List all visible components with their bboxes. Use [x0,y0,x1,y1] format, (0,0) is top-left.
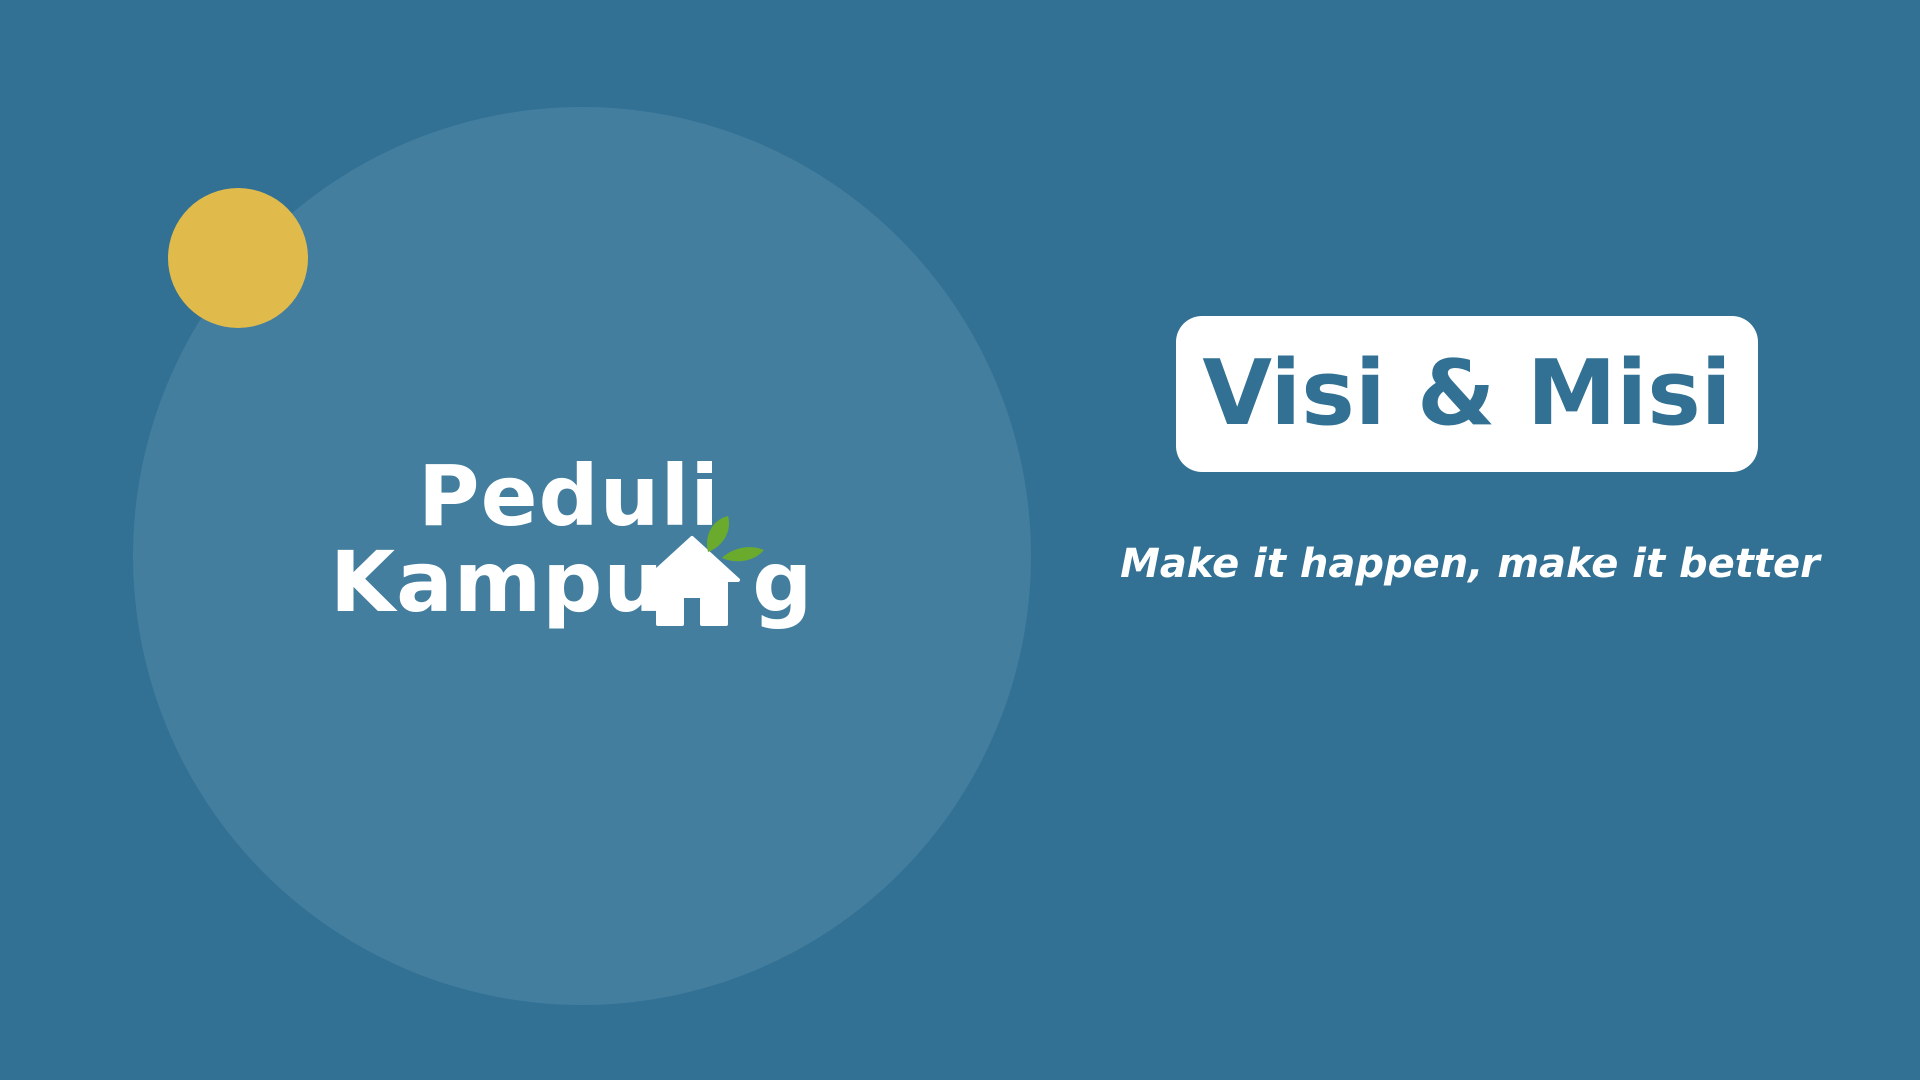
slide-title: Visi & Misi [1202,341,1732,446]
logo-word-kampung-left: Kampu [330,533,665,631]
peduli-kampung-logo: Peduli Kampu g [330,440,812,640]
title-box: Visi & Misi [1176,316,1758,472]
leaf-icon [706,516,764,562]
slide: Peduli Kampu g Visi & Misi Make it happen… [0,0,1920,1080]
house-door [686,602,698,624]
logo-word-peduli: Peduli [418,447,721,545]
yellow-accent-dot [168,188,308,328]
tagline: Make it happen, make it better [1120,541,1820,587]
